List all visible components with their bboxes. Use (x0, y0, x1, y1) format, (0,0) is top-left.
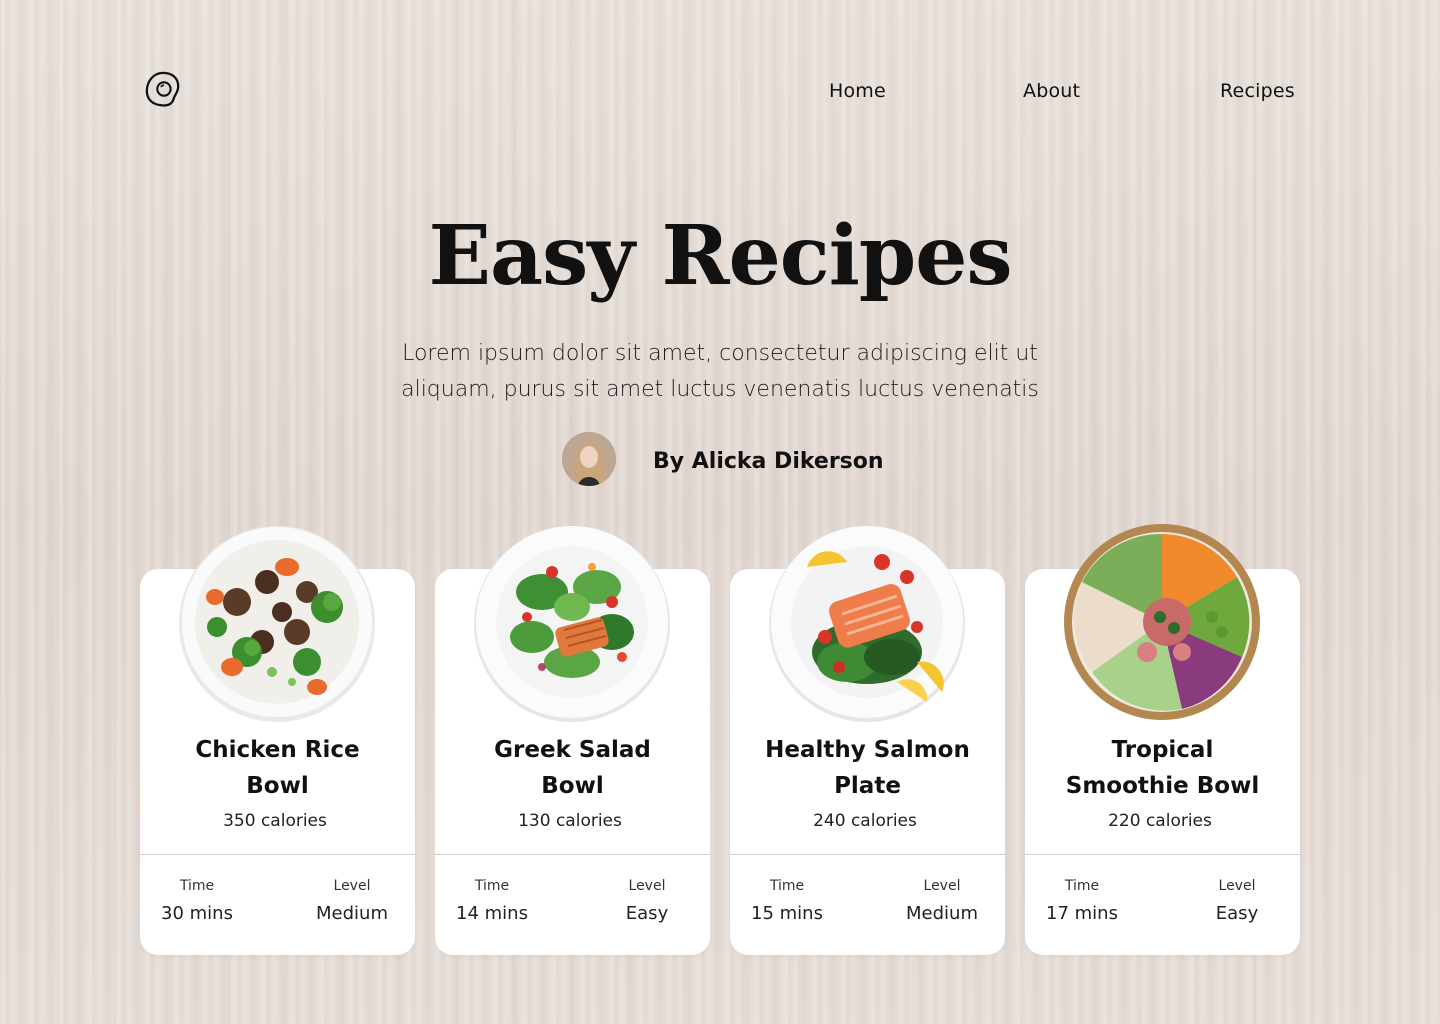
recipe-name: Healthy Salmon Plate (765, 737, 970, 799)
time-value: 30 mins (161, 903, 233, 924)
time-value: 15 mins (751, 903, 823, 924)
chicken-rice-bowl-image (179, 526, 375, 722)
time-value: 17 mins (1046, 903, 1118, 924)
level-label: Level (628, 878, 666, 894)
recipe-calories: 220 calories (1108, 811, 1212, 831)
nav-recipes-link[interactable]: Recipes (1220, 80, 1295, 102)
card-divider (730, 854, 1005, 855)
egg-logo-icon[interactable] (144, 70, 182, 108)
time-value: 14 mins (456, 903, 528, 924)
nav-home-link[interactable]: Home (829, 80, 886, 102)
card-divider (1025, 854, 1300, 855)
time-label: Time (1064, 878, 1100, 894)
time-label: Time (179, 878, 215, 894)
level-value: Easy (1215, 903, 1259, 924)
recipe-calories: 350 calories (223, 811, 327, 831)
recipe-card[interactable]: Tropical Smoothie Bowl 220 calories Time… (1025, 524, 1300, 955)
recipe-name: Greek Salad Bowl (494, 737, 651, 799)
hero-description: Lorem ipsum dolor sit amet, consectetur … (401, 341, 1039, 402)
time-label: Time (769, 878, 805, 894)
level-label: Level (333, 878, 371, 894)
author-avatar (562, 432, 616, 486)
recipe-card[interactable]: Greek Salad Bowl 130 calories Time 14 mi… (435, 526, 710, 955)
salmon-plate-image (769, 526, 965, 722)
poke-bowl-image (1064, 524, 1260, 720)
nav-about-link[interactable]: About (1023, 80, 1080, 102)
level-label: Level (923, 878, 961, 894)
greek-salad-image (474, 526, 670, 722)
recipe-calories: 240 calories (813, 811, 917, 831)
time-label: Time (474, 878, 510, 894)
level-value: Easy (625, 903, 669, 924)
recipe-card[interactable]: Healthy Salmon Plate 240 calories Time 1… (730, 526, 1005, 955)
level-value: Medium (316, 903, 388, 924)
level-value: Medium (906, 903, 978, 924)
level-label: Level (1218, 878, 1256, 894)
card-divider (140, 854, 415, 855)
recipe-card[interactable]: Chicken Rice Bowl 350 calories Time 30 m… (140, 526, 415, 955)
author-name: By Alicka Dikerson (653, 449, 884, 474)
recipe-calories: 130 calories (518, 811, 622, 831)
recipe-name: Tropical Smoothie Bowl (1065, 737, 1260, 799)
page-title: Easy Recipes (428, 208, 1012, 304)
recipe-name: Chicken Rice Bowl (195, 737, 360, 799)
card-divider (435, 854, 710, 855)
